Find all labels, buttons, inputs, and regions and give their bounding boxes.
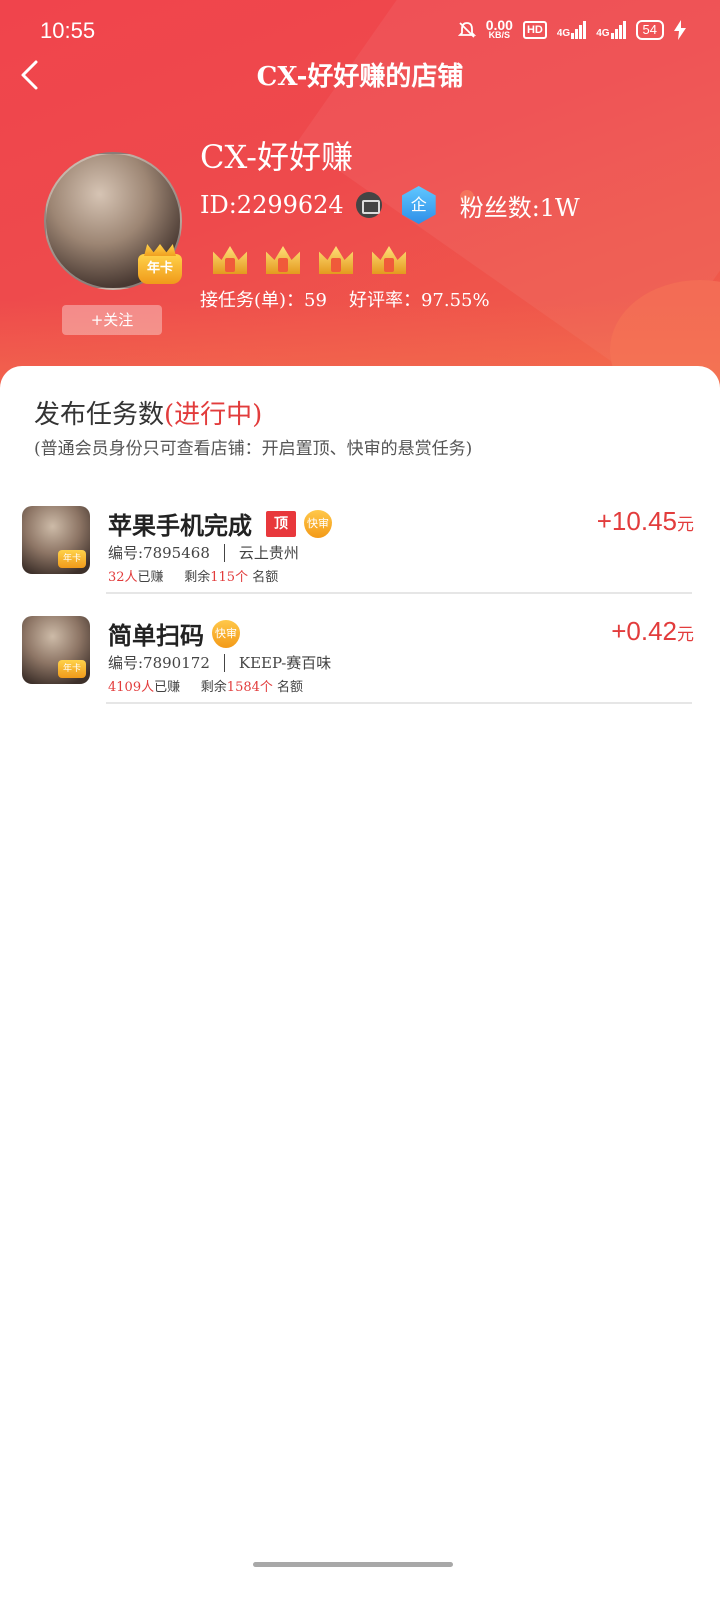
status-bar: 10:55 0.00 KB/S HD 4G 4G 54	[0, 0, 720, 62]
mute-bell-icon	[457, 22, 476, 38]
shop-header: 10:55 0.00 KB/S HD 4G 4G 54 CX-好好赚的店铺 年卡…	[0, 0, 720, 400]
task-reward: +0.42元	[611, 616, 694, 646]
status-icons: 0.00 KB/S HD 4G 4G 54	[457, 17, 686, 40]
fast-review-tag: 快审	[304, 509, 332, 538]
task-meta: 编号:7890172 KEEP-赛百味	[108, 652, 331, 673]
section-title: 发布任务数(进行中)	[34, 400, 263, 430]
crown-icon	[263, 238, 303, 278]
divider	[223, 543, 225, 562]
shop-id: ID:2299624	[200, 191, 344, 219]
task-progress: 32人已赚 剩余115个 名额	[108, 570, 279, 585]
task-title: 简单扫码 快审	[108, 616, 240, 651]
task-progress: 4109人已赚 剩余1584个 名额	[108, 680, 304, 695]
task-thumbnail: 年卡	[22, 506, 90, 574]
section-status: (进行中)	[164, 400, 263, 430]
hd-icon: HD	[522, 21, 547, 39]
shop-stats: 接任务(单)：59 好评率：97.55%	[200, 286, 490, 312]
task-reward: +10.45元	[596, 506, 694, 536]
id-card-verified-icon	[355, 192, 382, 218]
task-number: 编号:7890172	[108, 654, 210, 672]
divider	[106, 702, 692, 704]
fast-review-tag: 快审	[212, 619, 240, 648]
top-tag: 顶	[266, 510, 296, 537]
enterprise-icon: 企	[401, 186, 436, 224]
task-item[interactable]: 年卡 简单扫码 快审 编号:7890172 KEEP-赛百味 4109人已赚 剩…	[0, 616, 720, 728]
task-number: 编号:7895468	[108, 544, 210, 562]
task-meta: 编号:7895468 云上贵州	[108, 542, 299, 563]
page-title: CX-好好赚的店铺	[256, 62, 464, 92]
charging-icon	[674, 20, 686, 40]
fans-count: 粉丝数:1W	[459, 193, 580, 222]
network-speed: 0.00 KB/S	[485, 17, 513, 40]
tasks-accepted: 接任务(单)：59	[200, 290, 327, 311]
shop-name: CX-好好赚	[200, 138, 353, 176]
shop-avatar[interactable]: 年卡	[44, 152, 182, 290]
crown-icon	[369, 238, 409, 278]
shop-id-row: ID:2299624 企 粉丝数:1W	[200, 186, 580, 224]
divider	[106, 592, 692, 594]
crown-level	[210, 238, 409, 278]
section-subtitle: (普通会员身份只可查看店铺：开启置顶、快审的悬赏任务)	[34, 439, 473, 459]
task-title: 苹果手机完成 顶 快审	[108, 506, 332, 541]
good-rating: 好评率：97.55%	[348, 290, 490, 311]
task-thumbnail: 年卡	[22, 616, 90, 684]
year-card-badge: 年卡	[58, 660, 86, 678]
divider	[223, 653, 225, 672]
home-indicator[interactable]	[253, 1562, 453, 1567]
signal-icon: 4G	[596, 21, 626, 39]
crown-icon	[210, 238, 250, 278]
task-panel: 发布任务数(进行中) (普通会员身份只可查看店铺：开启置顶、快审的悬赏任务) 年…	[0, 366, 720, 1600]
task-category: 云上贵州	[238, 544, 299, 562]
status-time: 10:55	[40, 18, 96, 43]
year-card-badge: 年卡	[138, 254, 182, 284]
signal-icon: 4G	[557, 21, 587, 39]
crown-icon	[316, 238, 356, 278]
year-card-badge: 年卡	[58, 550, 86, 568]
task-category: KEEP-赛百味	[238, 654, 332, 672]
follow-button[interactable]: +关注	[62, 305, 162, 335]
task-item[interactable]: 年卡 苹果手机完成 顶 快审 编号:7895468 云上贵州 32人已赚 剩余1…	[0, 506, 720, 618]
battery-icon: 54	[635, 20, 664, 40]
